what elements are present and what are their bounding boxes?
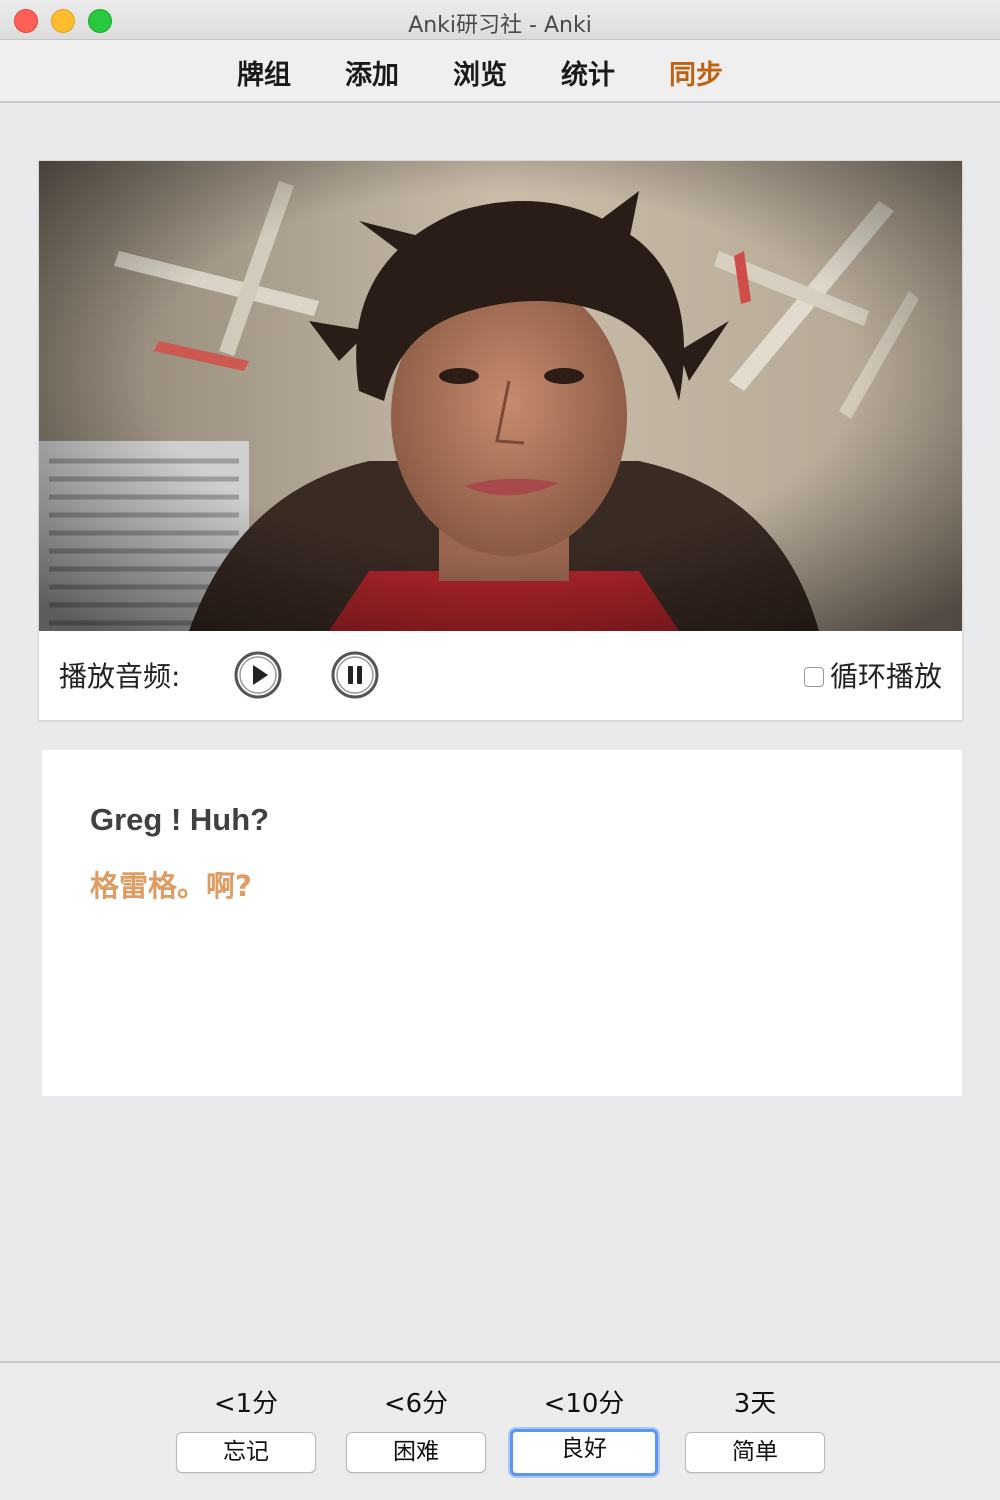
chinese-translation: 格雷格。啊? [90,869,252,903]
again-button[interactable]: 忘记 [176,1432,316,1473]
media-card: 播放音频: 循环播放 [38,160,963,721]
easy-button[interactable]: 简单 [685,1432,825,1473]
interval-good: <10分 [543,1389,625,1419]
interval-again: <1分 [213,1389,279,1419]
toolbar-browse[interactable]: 浏览 [453,53,507,92]
good-button[interactable]: 良好 [510,1429,658,1476]
hard-button[interactable]: 困难 [346,1432,486,1473]
toolbar-stats[interactable]: 统计 [561,53,615,92]
english-sentence: Greg ! Huh? [90,802,270,837]
title-bar: Anki研习社 - Anki [0,0,1000,40]
loop-label: 循环播放 [829,660,942,693]
interval-easy: 3天 [733,1389,777,1419]
pause-audio-button[interactable] [331,651,379,699]
window-title: Anki研习社 - Anki [408,13,592,38]
pause-icon [331,651,379,699]
loop-checkbox[interactable] [803,667,824,687]
loop-toggle[interactable]: 循环播放 [803,655,942,695]
audio-label: 播放音频: [59,660,181,693]
main-toolbar: 牌组 添加 浏览 统计 同步 [0,40,1000,103]
toolbar-add[interactable]: 添加 [345,53,399,92]
answer-text-card: Greg ! Huh? 格雷格。啊? [42,750,962,1096]
play-audio-button[interactable] [234,651,282,699]
answer-bar: <1分 <6分 <10分 3天 忘记 困难 良好 简单 [0,1361,1000,1500]
toolbar-decks[interactable]: 牌组 [237,53,291,92]
interval-hard: <6分 [383,1389,449,1419]
audio-controls: 播放音频: 循环播放 [39,631,962,721]
toolbar-sync[interactable]: 同步 [669,53,723,92]
video-still-image [39,161,962,631]
video-frame[interactable] [39,161,962,631]
play-icon [234,651,282,699]
